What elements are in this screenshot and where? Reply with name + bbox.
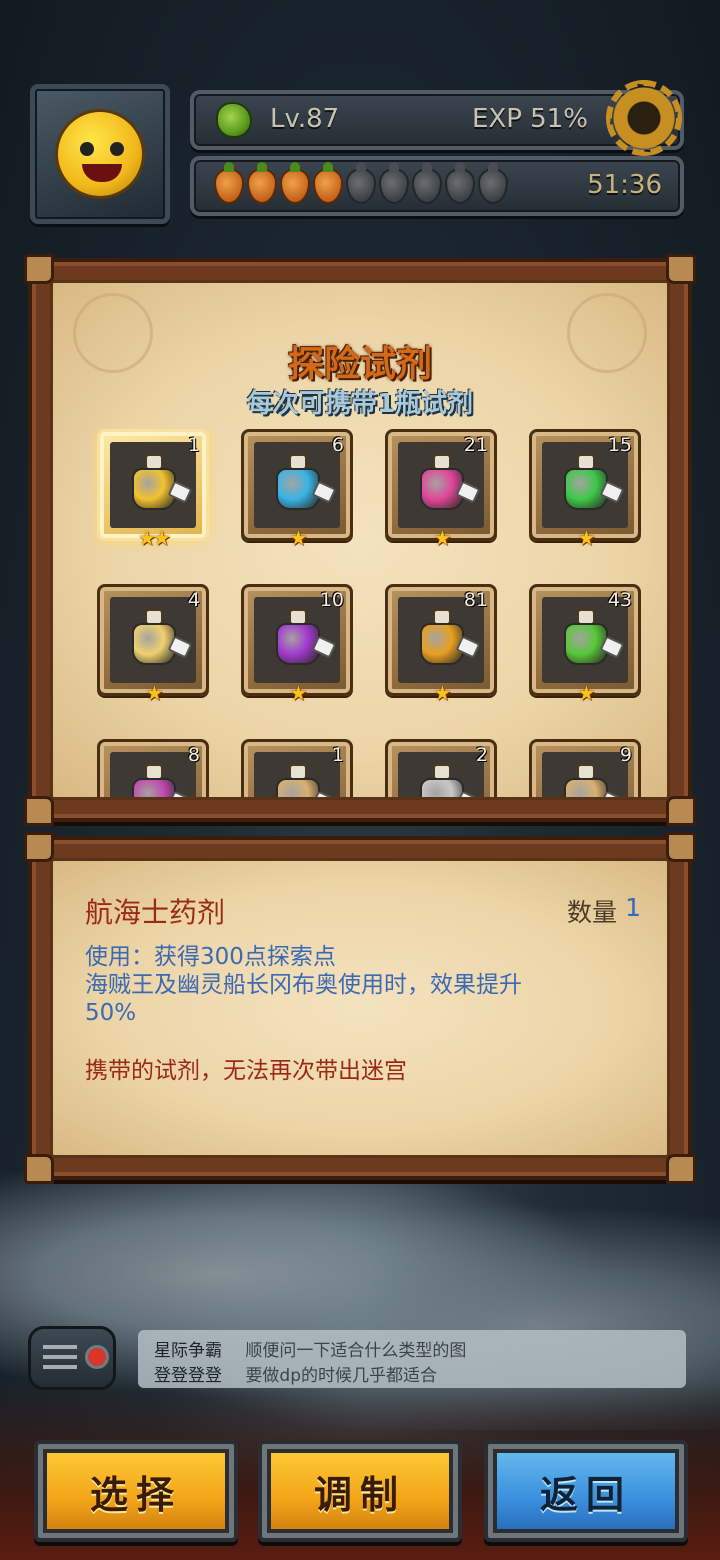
star-rating-icon: ★: [577, 526, 596, 550]
chat-text: 要做dp的时候几乎都适合: [245, 1366, 437, 1386]
potion-count: 8: [187, 744, 200, 766]
player-avatar[interactable]: [30, 84, 170, 224]
potion-bottle-icon: [418, 454, 481, 512]
chat-user: 星际争霸: [154, 1341, 222, 1361]
potion-count: 9: [619, 744, 632, 766]
carrot-icon: [379, 162, 409, 204]
potion-grid[interactable]: 1 ★★ 6 ★ 21 ★ 15 ★ 4 ★ 10 ★ 81 ★ 43 ★ 8 1 2 9: [93, 429, 653, 797]
avatar-face-icon: [55, 109, 145, 199]
potion-count: 4: [187, 589, 200, 611]
panel-title: 探险试剂: [287, 344, 432, 385]
potion-bottle-icon: [562, 454, 625, 512]
potion-bottle-icon: [274, 454, 337, 512]
potion-bottle-icon: [418, 609, 481, 667]
description-line: 50%: [85, 1000, 137, 1026]
potion-slot[interactable]: 2: [385, 739, 497, 797]
carrot-row: [214, 162, 508, 204]
item-name: 航海士药剂: [85, 896, 226, 929]
potion-slot[interactable]: 1: [241, 739, 353, 797]
back-button[interactable]: 返回: [484, 1440, 688, 1542]
chat-box[interactable]: 星际争霸 顺便问一下适合什么类型的图 登登登登 要做dp的时候几乎都适合: [138, 1330, 686, 1388]
potion-slot[interactable]: 15 ★: [529, 429, 641, 550]
potion-slot[interactable]: 9: [529, 739, 641, 797]
exp-text: EXP 51%: [472, 104, 588, 134]
potion-slot[interactable]: 81 ★: [385, 584, 497, 705]
potion-bottle-icon: [130, 764, 193, 797]
gear-icon[interactable]: [606, 80, 682, 156]
chat-message: 星际争霸 顺便问一下适合什么类型的图: [154, 1336, 466, 1361]
frame-corner: [24, 832, 54, 862]
frame-corner: [666, 796, 696, 826]
leaf-icon: [216, 102, 252, 138]
star-rating-icon: ★: [289, 681, 308, 705]
potion-count: 1: [187, 434, 200, 456]
stamina-bar: 51:36: [190, 156, 684, 216]
potion-slot[interactable]: 43 ★: [529, 584, 641, 705]
description-line: 使用：获得300点探索点: [85, 944, 336, 970]
potion-bottle-icon: [130, 454, 193, 512]
potion-bottle-icon: [274, 609, 337, 667]
chat-text: 顺便问一下适合什么类型的图: [245, 1341, 467, 1361]
quantity-value: 1: [625, 893, 641, 922]
frame-corner: [24, 254, 54, 284]
potion-count: 21: [463, 434, 488, 456]
chat-user: 登登登登: [154, 1366, 222, 1386]
carrot-icon: [280, 162, 310, 204]
item-info-panel: 航海士药剂 数量 1 使用：获得300点探索点 海贼王及幽灵船长冈布奥使用时，效果…: [24, 832, 696, 1184]
panel-subtitle: 每次可携带1瓶试剂: [246, 389, 474, 419]
star-rating-icon: ★: [577, 681, 596, 705]
info-panel-parchment: 航海士药剂 数量 1 使用：获得300点探索点 海贼王及幽灵船长冈布奥使用时，效果…: [50, 858, 670, 1158]
potion-count: 6: [331, 434, 344, 456]
potion-slot[interactable]: 10 ★: [241, 584, 353, 705]
frame-corner: [24, 1154, 54, 1184]
carrot-icon: [214, 162, 244, 204]
potion-bottle-icon: [418, 764, 481, 797]
carrot-icon: [412, 162, 442, 204]
frame-corner: [666, 1154, 696, 1184]
potion-panel: 探险试剂 每次可携带1瓶试剂 1 ★★ 6 ★ 21 ★ 15 ★ 4 ★ 10 ★ 81 ★ 43 ★ 8 1 2…: [24, 254, 696, 826]
potion-panel-parchment: 探险试剂 每次可携带1瓶试剂 1 ★★ 6 ★ 21 ★ 15 ★ 4 ★ 10 ★ 81 ★ 43 ★ 8 1 2…: [50, 280, 670, 800]
potion-slot[interactable]: 1 ★★: [97, 429, 209, 550]
potion-slot[interactable]: 8: [97, 739, 209, 797]
star-rating-icon: ★: [145, 681, 164, 705]
carrot-icon: [478, 162, 508, 204]
carrot-icon: [445, 162, 475, 204]
potion-count: 15: [607, 434, 632, 456]
item-warning: 携带的试剂，无法再次带出迷宫: [85, 1058, 407, 1084]
frame-corner: [24, 796, 54, 826]
level-text: Lv.87: [270, 104, 340, 134]
potion-slot[interactable]: 6 ★: [241, 429, 353, 550]
potion-count: 10: [319, 589, 344, 611]
chat-message: 登登登登 要做dp的时候几乎都适合: [154, 1361, 437, 1386]
brew-button[interactable]: 调制: [258, 1440, 462, 1542]
potion-count: 1: [331, 744, 344, 766]
potion-slot[interactable]: 4 ★: [97, 584, 209, 705]
star-rating-icon: ★★: [138, 526, 171, 550]
star-rating-icon: ★: [433, 681, 452, 705]
potion-bottle-icon: [562, 764, 625, 797]
item-description: 使用：获得300点探索点 海贼王及幽灵船长冈布奥使用时，效果提升 50%: [85, 943, 645, 1027]
potion-bottle-icon: [130, 609, 193, 667]
star-rating-icon: ★: [289, 526, 308, 550]
chat-menu-icon[interactable]: [28, 1326, 116, 1390]
stamina-timer: 51:36: [587, 170, 662, 200]
frame-corner: [666, 254, 696, 284]
potion-count: 81: [463, 589, 488, 611]
potion-bottle-icon: [274, 764, 337, 797]
carrot-icon: [346, 162, 376, 204]
select-button[interactable]: 选择: [34, 1440, 238, 1542]
potion-count: 2: [475, 744, 488, 766]
potion-count: 43: [607, 589, 632, 611]
star-rating-icon: ★: [433, 526, 452, 550]
description-line: 海贼王及幽灵船长冈布奥使用时，效果提升: [85, 972, 522, 998]
frame-corner: [666, 832, 696, 862]
potion-slot[interactable]: 21 ★: [385, 429, 497, 550]
carrot-icon: [313, 162, 343, 204]
carrot-icon: [247, 162, 277, 204]
potion-bottle-icon: [562, 609, 625, 667]
quantity-label: 数量: [566, 898, 617, 927]
